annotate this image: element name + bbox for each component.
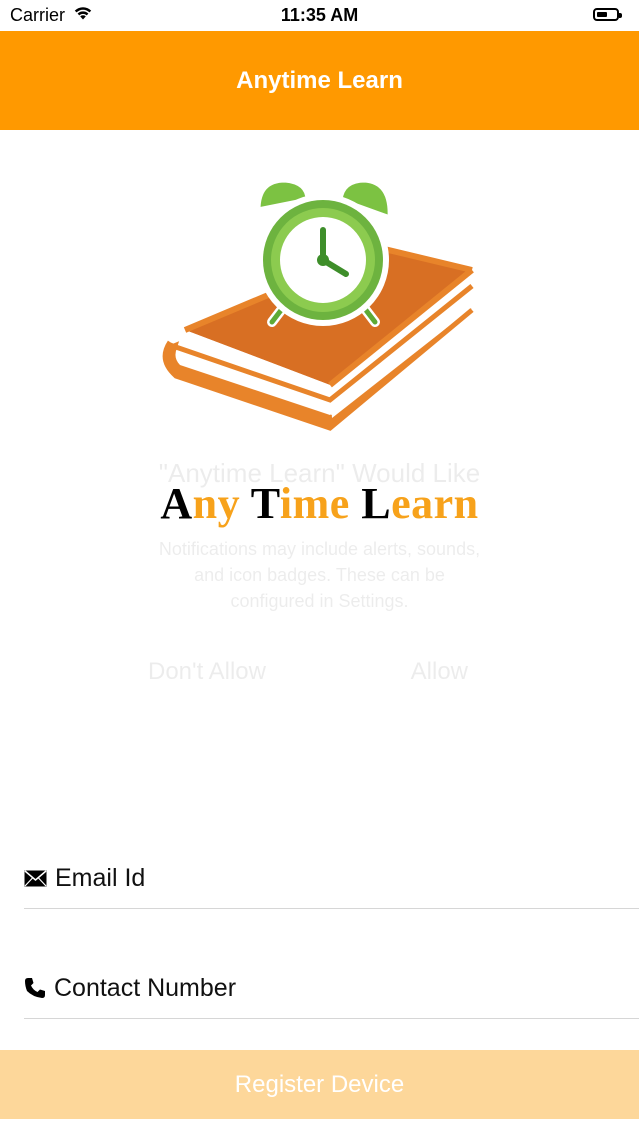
- logo-word-earn: earn: [391, 479, 479, 528]
- ghost-dont-allow: Don't Allow: [148, 658, 266, 685]
- alarm-clock-book-icon: [150, 170, 490, 440]
- logo-letter-t: T: [250, 479, 280, 528]
- email-input[interactable]: [55, 863, 555, 893]
- battery-icon: [593, 8, 622, 21]
- register-device-button[interactable]: Register Device: [0, 1050, 639, 1119]
- ghost-alert-message: Notifications may include alerts, sounds…: [158, 539, 481, 611]
- logo-letter-a: A: [160, 479, 193, 528]
- logo-word-ny: ny: [192, 479, 251, 528]
- register-device-label: Register Device: [234, 1070, 405, 1098]
- contact-number-input[interactable]: [54, 973, 554, 1003]
- logo-word-ime: ime: [279, 479, 362, 528]
- email-field-row: [24, 848, 639, 909]
- navigation-bar: Anytime Learn: [0, 31, 639, 130]
- phone-icon: [24, 977, 46, 999]
- phone-field-row: [24, 958, 639, 1019]
- ghost-alert-actions: Don't Allow Allow: [148, 658, 468, 686]
- envelope-icon: [24, 869, 47, 887]
- status-bar: Carrier 11:35 AM: [0, 0, 639, 31]
- status-time: 11:35 AM: [280, 5, 359, 25]
- ghost-allow: Allow: [410, 658, 468, 685]
- page-title: Anytime Learn: [236, 66, 403, 94]
- logo-letter-l: L: [361, 479, 392, 528]
- clock-icon: [255, 177, 393, 327]
- logo-wordmark: Any Time Learn: [0, 478, 639, 529]
